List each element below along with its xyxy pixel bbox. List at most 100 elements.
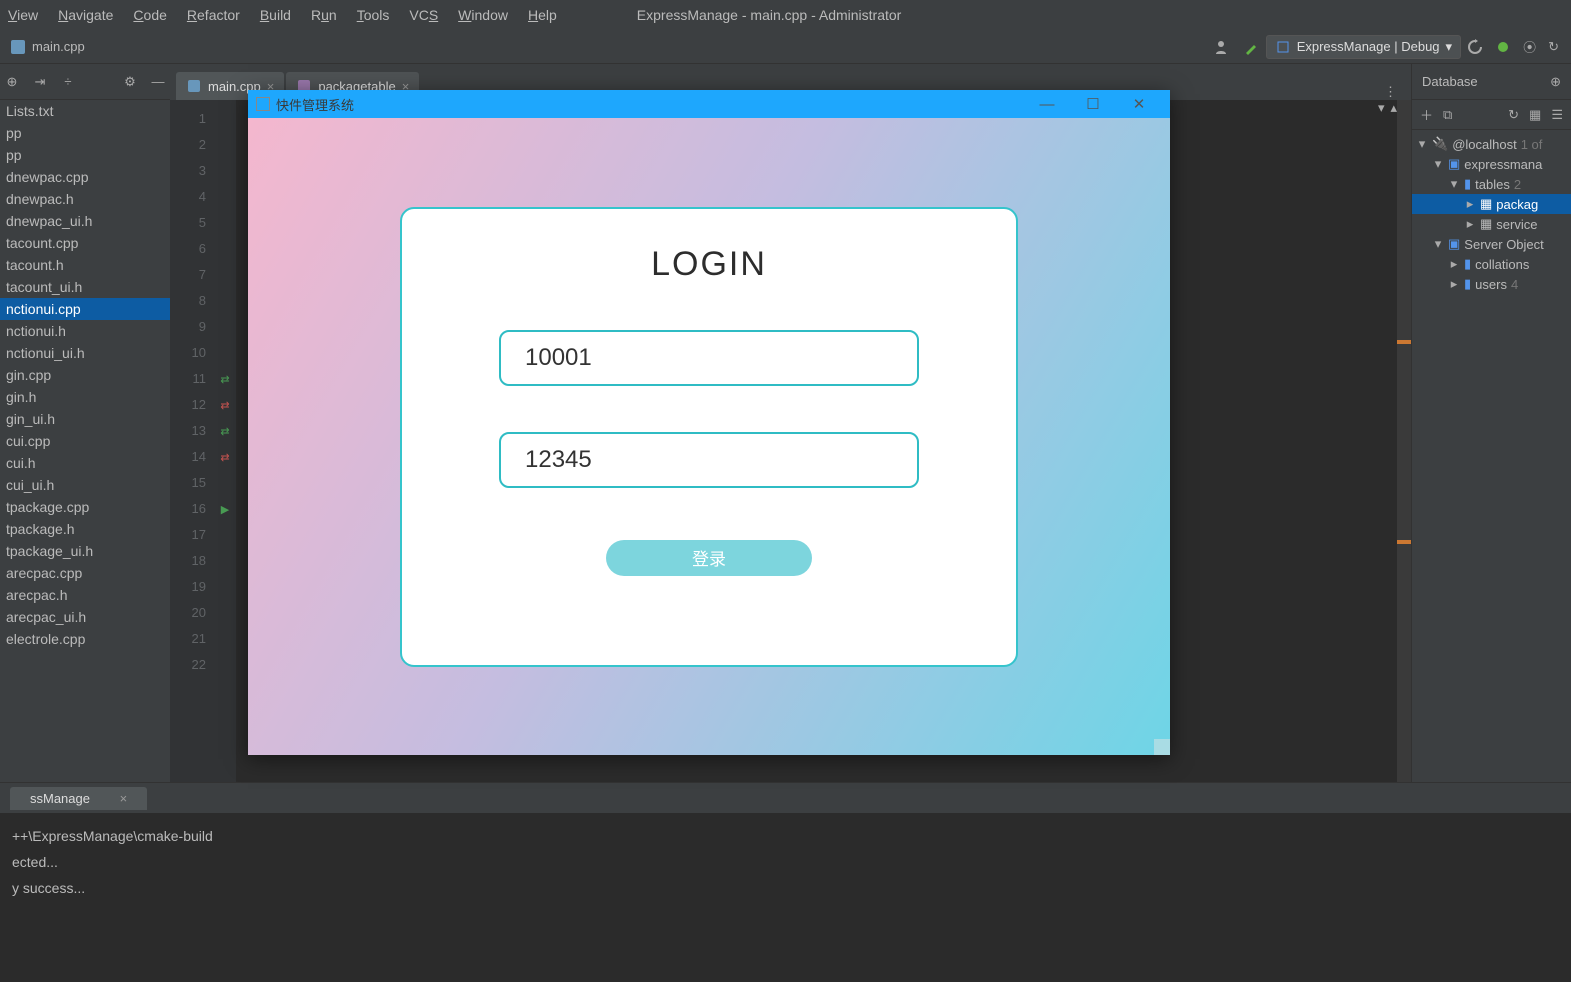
cpp-file-icon (186, 78, 202, 94)
file-item[interactable]: pp (0, 144, 170, 166)
menu-vcs[interactable]: VCS (409, 7, 438, 23)
file-item[interactable]: tpackage_ui.h (0, 540, 170, 562)
file-item[interactable]: gin.h (0, 386, 170, 408)
menu-code[interactable]: Code (133, 7, 166, 23)
menu-run[interactable]: Run (311, 7, 337, 23)
close-icon[interactable]: × (110, 787, 138, 810)
minimize-icon[interactable]: — (150, 74, 166, 90)
login-heading: LOGIN (651, 245, 767, 284)
hammer-build-icon[interactable] (1244, 39, 1260, 55)
file-item[interactable]: gin_ui.h (0, 408, 170, 430)
db-collations[interactable]: ▸ ▮ collations (1412, 254, 1571, 274)
collapse-icon[interactable]: ⇥ (32, 74, 48, 90)
login-card: LOGIN 登录 (400, 207, 1018, 667)
refresh-icon[interactable]: ↻ (1508, 107, 1519, 123)
file-item[interactable]: arecpac_ui.h (0, 606, 170, 628)
db-table-package[interactable]: ▸ ▦ packag (1412, 194, 1571, 214)
table-icon: ▦ (1480, 216, 1492, 232)
user-icon[interactable] (1214, 38, 1232, 56)
close-button[interactable]: ✕ (1116, 95, 1162, 113)
menu-help[interactable]: Help (528, 7, 557, 23)
rerun-icon[interactable] (1467, 39, 1483, 55)
locate-icon[interactable]: ⦿ (1523, 37, 1536, 56)
file-item[interactable]: tacount.cpp (0, 232, 170, 254)
app-icon (256, 97, 270, 111)
run-config-selector[interactable]: ExpressManage | Debug ▾ (1266, 35, 1461, 59)
console-output[interactable]: ++\ExpressManage\cmake-buildected...y su… (0, 813, 1571, 911)
file-item[interactable]: nctionui.h (0, 320, 170, 342)
main-menu-bar: View Navigate Code Refactor Build Run To… (0, 0, 1571, 30)
file-item[interactable]: electrole.cpp (0, 628, 170, 650)
panel-expand-icon[interactable]: ⊕ (1550, 74, 1561, 90)
maximize-button[interactable]: ☐ (1070, 95, 1116, 113)
menu-refactor[interactable]: Refactor (187, 7, 240, 23)
target-scope-icon[interactable]: ⊕ (4, 74, 20, 90)
bug-icon[interactable] (1495, 39, 1511, 55)
more-tabs-icon[interactable]: ⋮ (1376, 84, 1405, 100)
file-item[interactable]: pp (0, 122, 170, 144)
bottom-tab[interactable]: ssManage × (10, 787, 147, 810)
chevron-up-icon[interactable]: ▴ (1390, 100, 1397, 116)
cpp-file-icon (10, 39, 26, 55)
file-item[interactable]: gin.cpp (0, 364, 170, 386)
project-panel: ⊕ ⇥ ÷ ⚙ — Lists.txtppppdnewpac.cppdnewpa… (0, 64, 170, 782)
file-item[interactable]: tacount.h (0, 254, 170, 276)
resize-grip[interactable] (1154, 739, 1170, 755)
open-file-tab[interactable]: main.cpp (6, 39, 89, 55)
file-item[interactable]: tpackage.h (0, 518, 170, 540)
db-table-service[interactable]: ▸ ▦ service (1412, 214, 1571, 234)
db-datasource[interactable]: ▾ 🔌 @localhost 1 of (1412, 134, 1571, 154)
menu-navigate[interactable]: Navigate (58, 7, 113, 23)
table-icon: ▦ (1480, 196, 1492, 212)
login-button[interactable]: 登录 (606, 540, 812, 576)
file-item[interactable]: arecpac.h (0, 584, 170, 606)
file-item[interactable]: tpackage.cpp (0, 496, 170, 518)
file-item[interactable]: dnewpac_ui.h (0, 210, 170, 232)
db-server-objects[interactable]: ▾ ▣ Server Object (1412, 234, 1571, 254)
gear-icon[interactable]: ⚙ (122, 74, 138, 90)
gutter-marks: ⇄⇄⇄⇄▶ (214, 100, 236, 782)
file-item[interactable]: dnewpac.h (0, 188, 170, 210)
run-config-label: ExpressManage | Debug (1297, 39, 1440, 54)
menu-tools[interactable]: Tools (357, 7, 390, 23)
file-item[interactable]: arecpac.cpp (0, 562, 170, 584)
file-item[interactable]: tacount_ui.h (0, 276, 170, 298)
folder-icon: ▮ (1464, 256, 1471, 272)
divide-icon[interactable]: ÷ (60, 74, 76, 90)
db-schema[interactable]: ▾ ▣ expressmana (1412, 154, 1571, 174)
file-item[interactable]: cui.h (0, 452, 170, 474)
file-list: Lists.txtppppdnewpac.cppdnewpac.hdnewpac… (0, 100, 170, 650)
menu-build[interactable]: Build (260, 7, 291, 23)
main-toolbar: main.cpp ExpressManage | Debug ▾ ⦿ ↻ (0, 30, 1571, 64)
file-item[interactable]: dnewpac.cpp (0, 166, 170, 188)
login-dialog: 快件管理系统 — ☐ ✕ LOGIN 登录 (248, 90, 1170, 755)
db-tables-folder[interactable]: ▾ ▮ tables 2 (1412, 174, 1571, 194)
refresh-icon[interactable]: ↻ (1548, 39, 1559, 55)
file-item[interactable]: nctionui.cpp (0, 298, 170, 320)
chevron-down-icon[interactable]: ▾ (1378, 100, 1385, 116)
window-title: ExpressManage - main.cpp - Administrator (637, 7, 902, 23)
add-icon[interactable]: ＋ (1420, 105, 1433, 124)
file-item[interactable]: nctionui_ui.h (0, 342, 170, 364)
storage-icon[interactable]: ☰ (1551, 107, 1563, 123)
menu-window[interactable]: Window (458, 7, 508, 23)
password-input[interactable] (499, 432, 919, 488)
editor-nav-controls: ▾ ▴ (1378, 100, 1397, 116)
target-icon (1275, 39, 1291, 55)
minimize-button[interactable]: — (1024, 96, 1070, 113)
database-panel-title: Database (1422, 74, 1478, 89)
database-panel-header: Database ⊕ (1412, 64, 1571, 100)
file-item[interactable]: cui_ui.h (0, 474, 170, 496)
schema-icon: ▣ (1448, 156, 1460, 172)
username-input[interactable] (499, 330, 919, 386)
error-stripe[interactable] (1397, 100, 1411, 782)
dialog-titlebar[interactable]: 快件管理系统 — ☐ ✕ (248, 90, 1170, 118)
file-item[interactable]: Lists.txt (0, 100, 170, 122)
stop-icon[interactable]: ▦ (1529, 107, 1541, 123)
file-item[interactable]: cui.cpp (0, 430, 170, 452)
menu-view[interactable]: View (8, 7, 38, 23)
db-users[interactable]: ▸ ▮ users 4 (1412, 274, 1571, 294)
folder-icon: ▮ (1464, 176, 1471, 192)
database-tree: ▾ 🔌 @localhost 1 of ▾ ▣ expressmana ▾ ▮ … (1412, 130, 1571, 298)
copy-icon[interactable]: ⧉ (1443, 107, 1452, 123)
